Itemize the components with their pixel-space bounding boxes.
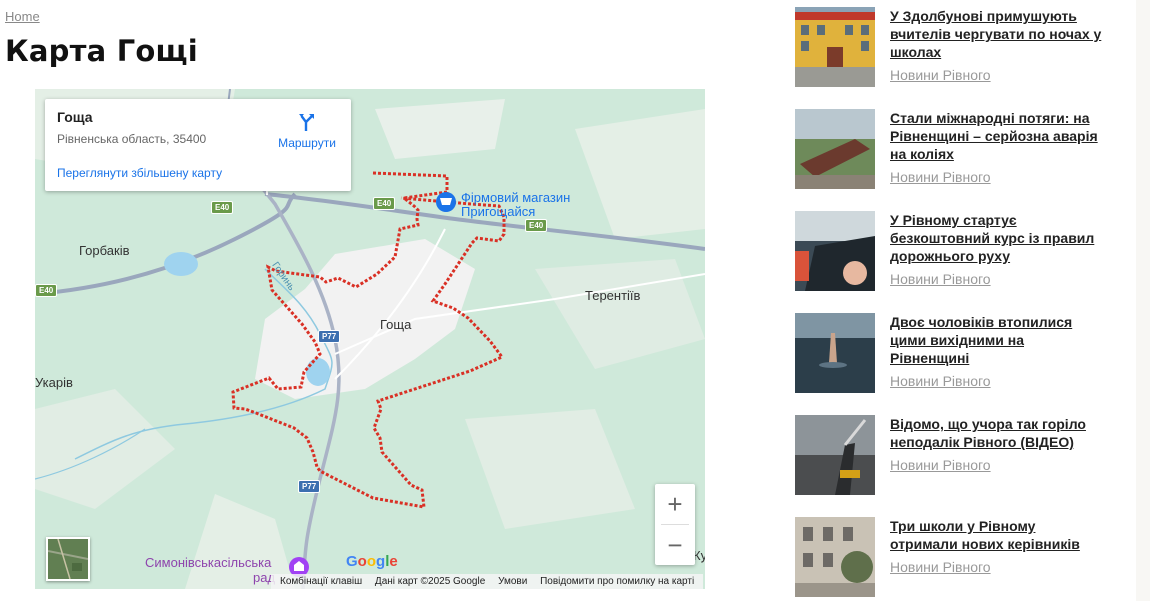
- breadcrumb-home-link[interactable]: Home: [5, 9, 40, 24]
- news-category-link[interactable]: Новини Рівного: [890, 559, 991, 575]
- place-label-gorbakiv: Горбаків: [79, 243, 130, 258]
- school-building-image: [795, 7, 875, 87]
- car-driving-image: [795, 211, 875, 291]
- satellite-thumbnail-icon: [47, 538, 89, 580]
- page-title: Карта Гощі: [5, 34, 198, 68]
- poi-store-label[interactable]: Фірмовий магазин Пригощайся: [461, 191, 570, 219]
- road-shield-e40: E40: [211, 201, 234, 214]
- school-facade-image: [795, 517, 875, 597]
- zoom-out-button[interactable]: −: [655, 525, 695, 565]
- news-category-link[interactable]: Новини Рівного: [890, 271, 991, 287]
- place-title: Гоща: [57, 109, 93, 125]
- news-thumbnail[interactable]: [795, 109, 875, 189]
- place-label-terentiiv: Терентіїв: [585, 288, 641, 303]
- place-address: Рівненська область, 35400: [57, 132, 207, 146]
- map-attribution-bar: Комбінації клавіш Дані карт ©2025 Google…: [271, 574, 704, 589]
- news-item: У Рівному стартує безкоштовний курс із п…: [795, 211, 1115, 291]
- page-side-margin: [1136, 0, 1150, 601]
- directions-label: Маршрути: [278, 136, 336, 150]
- news-item: У Здолбунові примушують вчителів чергува…: [795, 7, 1115, 87]
- news-category-link[interactable]: Новини Рівного: [890, 457, 991, 473]
- terms-link[interactable]: Умови: [498, 576, 527, 587]
- news-thumbnail[interactable]: [795, 211, 875, 291]
- news-title-link[interactable]: Двоє чоловіків втопилися цими вихідними …: [890, 313, 1105, 367]
- road-shield-e40: E40: [525, 219, 548, 232]
- news-item: Три школи у Рівному отримали нових керів…: [795, 517, 1115, 597]
- keyboard-shortcuts-link[interactable]: Комбінації клавіш: [280, 576, 362, 587]
- poi-store-name: Фірмовий магазин: [461, 190, 571, 205]
- directions-icon: [299, 114, 314, 131]
- news-category-link[interactable]: Новини Рівного: [890, 169, 991, 185]
- poi-council-label[interactable]: Симонівськасільська: [145, 555, 271, 570]
- news-title-link[interactable]: У Рівному стартує безкоштовний курс із п…: [890, 211, 1105, 265]
- news-category-link[interactable]: Новини Рівного: [890, 67, 991, 83]
- news-title-link[interactable]: Стали міжнародні потяги: на Рівненщині –…: [890, 109, 1105, 163]
- map-embed[interactable]: Гоща Рівненська область, 35400 Перегляну…: [35, 89, 705, 589]
- news-thumbnail[interactable]: [795, 7, 875, 87]
- poi-store-subname: Пригощайся: [461, 204, 536, 219]
- news-thumbnail[interactable]: [795, 517, 875, 597]
- news-thumbnail[interactable]: [795, 415, 875, 495]
- directions-button[interactable]: Маршрути: [271, 109, 343, 157]
- zoom-in-button[interactable]: +: [655, 484, 695, 524]
- news-category-link[interactable]: Новини Рівного: [890, 373, 991, 389]
- news-item: Двоє чоловіків втопилися цими вихідними …: [795, 313, 1115, 393]
- place-label-hoshcha: Гоща: [380, 317, 412, 332]
- place-label-ukariv: Укарів: [35, 375, 73, 390]
- place-info-card: Гоща Рівненська область, 35400 Перегляну…: [45, 99, 351, 191]
- view-larger-map-link[interactable]: Переглянути збільшену карту: [57, 166, 222, 180]
- road-shield-e40: E40: [373, 197, 396, 210]
- google-logo: Google: [346, 553, 398, 570]
- drowning-hand-image: [795, 313, 875, 393]
- news-title-link[interactable]: Три школи у Рівному отримали нових керів…: [890, 517, 1105, 553]
- zoom-controls: + −: [655, 484, 695, 565]
- road-shield-e40: E40: [35, 284, 58, 297]
- firefighter-hose-image: [795, 415, 875, 495]
- road-shield-p77: P77: [298, 480, 321, 493]
- train-derailment-image: [795, 109, 875, 189]
- news-title-link[interactable]: У Здолбунові примушують вчителів чергува…: [890, 7, 1105, 61]
- news-item: Відомо, що учора так горіло неподалік Рі…: [795, 415, 1115, 495]
- news-title-link[interactable]: Відомо, що учора так горіло неподалік Рі…: [890, 415, 1105, 451]
- satellite-layer-toggle[interactable]: [46, 537, 90, 581]
- report-error-link[interactable]: Повідомити про помилку на карті: [540, 576, 694, 587]
- map-data-credit: Дані карт ©2025 Google: [374, 576, 486, 587]
- news-item: Стали міжнародні потяги: на Рівненщині –…: [795, 109, 1115, 189]
- road-shield-p77: P77: [318, 330, 341, 343]
- news-thumbnail[interactable]: [795, 313, 875, 393]
